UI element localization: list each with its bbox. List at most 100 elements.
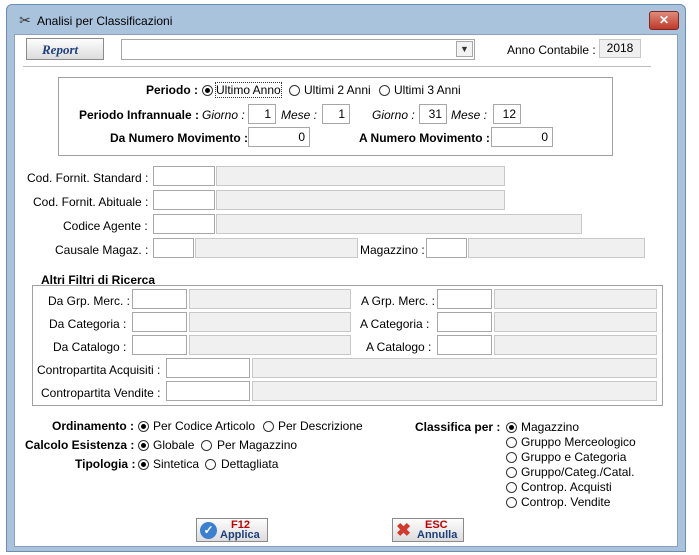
- da-catalogo-label: Da Catalogo :: [53, 340, 127, 354]
- anno-contabile-value: 2018: [606, 41, 634, 55]
- da-catalogo-desc: [189, 335, 351, 355]
- report-button-label: Report: [42, 42, 79, 57]
- radio-dettagliata[interactable]: [205, 459, 216, 470]
- da-grp-merc-label: Da Grp. Merc. :: [48, 294, 131, 308]
- radio-classifica-gruppo-merceologico[interactable]: [506, 437, 517, 448]
- da-numero-movimento-label: Da Numero Movimento :: [110, 131, 249, 145]
- magazzino-label: Magazzino :: [360, 243, 425, 257]
- radio-ultimi-3-anni-label[interactable]: Ultimi 3 Anni: [394, 83, 461, 97]
- chevron-down-icon[interactable]: ▼: [456, 41, 473, 57]
- radio-classifica-controp-vendite-label[interactable]: Controp. Vendite: [521, 495, 610, 509]
- a-categoria-desc: [494, 312, 657, 332]
- window-title: Analisi per Classificazioni: [37, 14, 173, 28]
- radio-globale-label[interactable]: Globale: [153, 438, 194, 452]
- radio-classifica-magazzino[interactable]: [506, 422, 517, 433]
- a-categoria-field[interactable]: [437, 312, 492, 332]
- mese1-label: Mese :: [281, 108, 318, 122]
- dialog-client-area: Report ▼ Anno Contabile : 2018 Periodo :…: [14, 34, 678, 547]
- radio-per-descrizione-label[interactable]: Per Descrizione: [278, 419, 363, 433]
- magazzino-desc: [468, 238, 645, 258]
- radio-per-magazzino-label[interactable]: Per Magazzino: [217, 438, 297, 452]
- main-window: ✂ Analisi per Classificazioni ✕ Report ▼…: [6, 4, 686, 552]
- mese2-field[interactable]: 12: [493, 104, 521, 124]
- radio-classifica-gruppo-categ-catal-label[interactable]: Gruppo/Categ./Catal.: [521, 465, 634, 479]
- radio-per-descrizione[interactable]: [263, 421, 274, 432]
- a-catalogo-label: A Catalogo :: [366, 340, 432, 354]
- calcolo-esistenza-label: Calcolo Esistenza :: [25, 438, 135, 452]
- radio-dettagliata-label[interactable]: Dettagliata: [221, 457, 278, 471]
- codice-agente-field[interactable]: [153, 214, 215, 234]
- anno-contabile-field: 2018: [599, 39, 641, 58]
- da-categoria-desc: [189, 312, 351, 332]
- mese2-label: Mese :: [451, 108, 488, 122]
- a-grp-merc-label: A Grp. Merc. :: [361, 294, 436, 308]
- radio-classifica-controp-acquisti-label[interactable]: Controp. Acquisti: [521, 480, 612, 494]
- apply-button[interactable]: ✓ F12 Applica: [196, 518, 268, 542]
- contropartita-acquisiti-field[interactable]: [166, 358, 250, 378]
- da-grp-merc-desc: [189, 289, 351, 309]
- contropartita-acquisiti-label: Contropartita Acquisiti :: [37, 363, 161, 377]
- a-categoria-label: A Categoria :: [360, 317, 430, 331]
- radio-per-codice-articolo[interactable]: [138, 421, 149, 432]
- checkmark-icon: ✓: [200, 522, 217, 539]
- a-grp-merc-desc: [494, 289, 657, 309]
- cod-fornit-standard-field[interactable]: [153, 166, 215, 186]
- causale-magaz-field[interactable]: [153, 238, 194, 258]
- radio-ultimi-3-anni[interactable]: [379, 85, 390, 96]
- cancel-label: Annulla: [417, 529, 458, 541]
- causale-magaz-desc: [195, 238, 358, 258]
- ordinamento-label: Ordinamento :: [52, 419, 135, 433]
- codice-agente-label: Codice Agente :: [63, 219, 148, 233]
- apply-label: Applica: [220, 529, 260, 541]
- radio-ultimo-anno[interactable]: [202, 85, 213, 96]
- radio-sintetica-label[interactable]: Sintetica: [153, 457, 199, 471]
- a-numero-movimento-label: A Numero Movimento :: [359, 131, 490, 145]
- cancel-button[interactable]: ✖ ESC Annulla: [392, 518, 464, 542]
- radio-classifica-controp-acquisti[interactable]: [506, 482, 517, 493]
- a-catalogo-field[interactable]: [437, 335, 492, 355]
- giorno2-field[interactable]: 31: [419, 104, 447, 124]
- periodo-infrannuale-label: Periodo Infrannuale :: [79, 108, 200, 122]
- radio-per-codice-articolo-label[interactable]: Per Codice Articolo: [153, 419, 255, 433]
- giorno2-label: Giorno :: [372, 108, 415, 122]
- radio-classifica-gruppo-categoria[interactable]: [506, 452, 517, 463]
- a-numero-movimento-field[interactable]: 0: [491, 127, 553, 147]
- radio-classifica-controp-vendite[interactable]: [506, 497, 517, 508]
- radio-ultimi-2-anni[interactable]: [289, 85, 300, 96]
- radio-classifica-gruppo-merceologico-label[interactable]: Gruppo Merceologico: [521, 435, 636, 449]
- a-grp-merc-field[interactable]: [437, 289, 492, 309]
- report-button[interactable]: Report: [26, 38, 104, 60]
- title-bar[interactable]: ✂ Analisi per Classificazioni ✕: [7, 5, 685, 35]
- cod-fornit-abituale-field[interactable]: [153, 190, 215, 210]
- radio-globale[interactable]: [138, 440, 149, 451]
- app-tools-icon: ✂: [19, 12, 31, 28]
- cross-icon: ✖: [396, 520, 412, 540]
- contropartita-vendite-desc: [252, 381, 657, 401]
- cod-fornit-standard-label: Cod. Fornit. Standard :: [27, 171, 149, 185]
- magazzino-field[interactable]: [426, 238, 467, 258]
- radio-classifica-gruppo-categ-catal[interactable]: [506, 467, 517, 478]
- classifica-per-label: Classifica per :: [415, 420, 501, 434]
- da-categoria-label: Da Categoria :: [49, 317, 127, 331]
- radio-classifica-magazzino-label[interactable]: Magazzino: [521, 420, 579, 434]
- contropartita-vendite-field[interactable]: [166, 381, 250, 401]
- radio-classifica-gruppo-categoria-label[interactable]: Gruppo e Categoria: [521, 450, 626, 464]
- anno-contabile-label: Anno Contabile :: [507, 43, 596, 57]
- cod-fornit-abituale-desc: [216, 190, 505, 210]
- close-button[interactable]: ✕: [649, 11, 679, 30]
- da-categoria-field[interactable]: [132, 312, 187, 332]
- causale-magaz-label: Causale Magaz. :: [55, 243, 149, 257]
- radio-per-magazzino[interactable]: [201, 440, 212, 451]
- da-catalogo-field[interactable]: [132, 335, 187, 355]
- da-grp-merc-field[interactable]: [132, 289, 187, 309]
- radio-ultimi-2-anni-label[interactable]: Ultimi 2 Anni: [304, 83, 371, 97]
- giorno1-field[interactable]: 1: [248, 104, 276, 124]
- radio-ultimo-anno-label[interactable]: Ultimo Anno: [215, 82, 282, 98]
- da-numero-movimento-field[interactable]: 0: [248, 127, 310, 147]
- mese1-field[interactable]: 1: [322, 104, 350, 124]
- radio-sintetica[interactable]: [138, 459, 149, 470]
- cod-fornit-abituale-label: Cod. Fornit. Abituale :: [33, 195, 149, 209]
- giorno1-label: Giorno :: [202, 108, 245, 122]
- periodo-label: Periodo :: [146, 83, 199, 97]
- report-combo[interactable]: ▼: [121, 39, 475, 60]
